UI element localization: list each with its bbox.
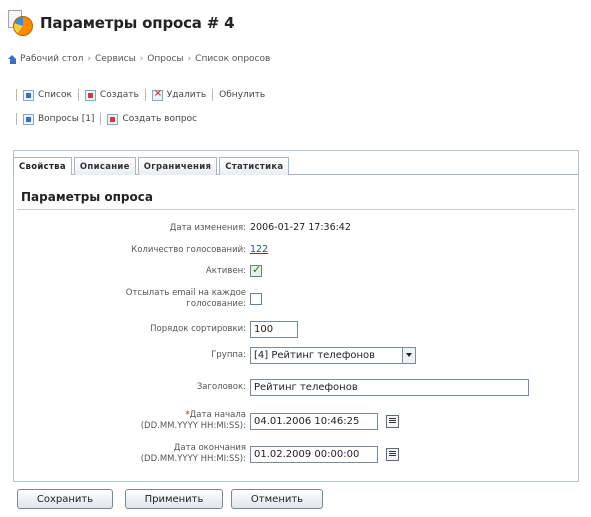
date-end-input[interactable]: 01.02.2009 00:00:00 xyxy=(250,446,378,463)
chevron-down-icon xyxy=(402,348,415,363)
reset-button-label: Обнулить xyxy=(219,90,266,100)
date-start-label: *Дата начала (DD.MM.YYYY HH:MI:SS): xyxy=(141,410,246,432)
votes-count-link[interactable]: 122 xyxy=(250,244,268,255)
date-start-label-line1: Дата начала xyxy=(189,410,246,420)
page-header: Параметры опроса # 4 xyxy=(8,8,235,38)
send-email-checkbox[interactable] xyxy=(250,293,262,305)
page-title: Параметры опроса # 4 xyxy=(40,14,235,32)
tab-restrictions[interactable]: Ограничения xyxy=(137,157,218,175)
votes-count-label: Количество голосований: xyxy=(131,245,246,255)
save-button[interactable]: Сохранить xyxy=(17,489,113,509)
create-button[interactable]: Создать xyxy=(84,89,139,101)
date-start-input[interactable]: 04.01.2006 10:46:25 xyxy=(250,413,378,430)
breadcrumb-separator: › xyxy=(87,54,91,64)
create-question-button-label: Создать вопрос xyxy=(122,114,198,124)
breadcrumb-services[interactable]: Сервисы xyxy=(95,54,136,64)
tab-bar: Свойства Описание Ограничения Статистика xyxy=(13,157,291,175)
toolbar-separator xyxy=(16,89,17,101)
apply-button[interactable]: Применить xyxy=(125,489,223,509)
tab-statistics[interactable]: Статистика xyxy=(219,157,290,175)
list-icon xyxy=(23,89,34,101)
toolbar-separator xyxy=(16,113,17,125)
heading-label: Заголовок: xyxy=(196,382,246,392)
breadcrumb-separator: › xyxy=(187,54,192,64)
toolbar-separator xyxy=(100,113,102,125)
main-toolbar: Список Создать Удалить Обнулить xyxy=(10,86,265,104)
breadcrumb-poll-list[interactable]: Список опросов xyxy=(195,54,270,64)
calendar-icon[interactable] xyxy=(386,415,399,428)
date-changed-label: Дата изменения: xyxy=(169,223,246,233)
delete-icon xyxy=(151,88,163,101)
send-email-label: Отсылать email на каждое голосование: xyxy=(126,288,246,310)
date-end-label: Дата окончания (DD.MM.YYYY HH:MI:SS): xyxy=(141,443,246,465)
sort-order-input[interactable]: 100 xyxy=(250,321,298,338)
delete-button-label: Удалить xyxy=(166,90,207,100)
list-button-label: Список xyxy=(38,90,72,100)
active-label: Активен: xyxy=(205,266,246,276)
questions-button-label: Вопросы [1] xyxy=(38,114,95,124)
section-divider xyxy=(17,209,575,210)
tab-properties[interactable]: Свойства xyxy=(13,157,72,175)
new-question-icon xyxy=(107,113,119,125)
delete-button[interactable]: Удалить xyxy=(151,88,207,101)
send-email-label-line2: голосование: xyxy=(186,299,246,309)
reset-button[interactable]: Обнулить xyxy=(219,90,265,100)
poll-icon xyxy=(8,10,34,36)
section-title: Параметры опроса xyxy=(21,190,153,204)
toolbar-separator xyxy=(77,89,79,101)
date-start-label-line2: (DD.MM.YYYY HH:MI:SS): xyxy=(140,421,246,431)
group-select-value: [4] Рейтинг телефонов xyxy=(254,350,376,361)
tab-description[interactable]: Описание xyxy=(73,157,136,175)
create-button-label: Создать xyxy=(99,90,139,100)
breadcrumb: Рабочий стол › Сервисы › Опросы › Список… xyxy=(8,54,270,64)
new-icon xyxy=(84,89,96,101)
form-button-bar: Сохранить Применить Отменить xyxy=(13,482,579,517)
cancel-button[interactable]: Отменить xyxy=(231,489,323,509)
toolbar-separator xyxy=(144,89,146,101)
date-end-label-line2: (DD.MM.YYYY HH:MI:SS): xyxy=(140,454,246,464)
list-button[interactable]: Список xyxy=(23,89,72,101)
questions-button[interactable]: Вопросы [1] xyxy=(23,113,95,125)
questions-toolbar: Вопросы [1] Создать вопрос xyxy=(10,110,197,128)
breadcrumb-polls[interactable]: Опросы xyxy=(147,54,183,64)
questions-icon xyxy=(23,113,34,125)
group-label: Группа: xyxy=(211,350,246,360)
date-changed-value: 2006-01-27 17:36:42 xyxy=(250,222,351,233)
heading-input[interactable]: Рейтинг телефонов xyxy=(250,379,529,396)
active-checkbox[interactable] xyxy=(250,263,262,277)
calendar-icon[interactable] xyxy=(386,448,399,461)
home-icon xyxy=(8,54,17,64)
create-question-button[interactable]: Создать вопрос xyxy=(107,113,198,125)
group-select[interactable]: [4] Рейтинг телефонов xyxy=(250,347,416,364)
breadcrumb-desktop[interactable]: Рабочий стол xyxy=(20,54,83,64)
send-email-label-line1: Отсылать email на каждое xyxy=(125,288,246,298)
toolbar-separator xyxy=(212,89,214,101)
breadcrumb-separator: › xyxy=(139,54,144,64)
sort-order-label: Порядок сортировки: xyxy=(150,324,246,334)
date-end-label-line1: Дата окончания xyxy=(173,443,246,453)
